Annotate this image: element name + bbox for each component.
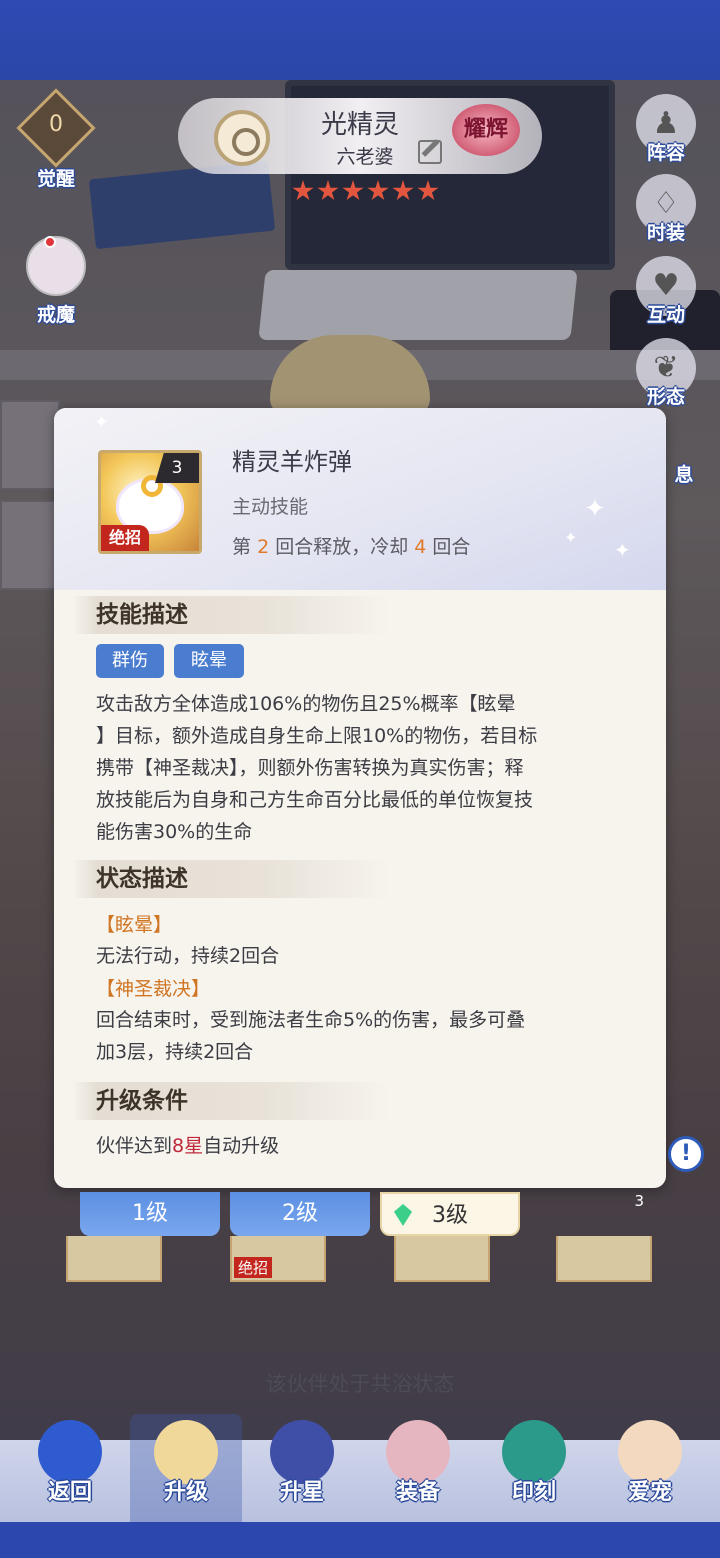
interact-label: 互动: [646, 304, 685, 326]
demon-avatar-button[interactable]: [26, 236, 86, 296]
lineup-label: 阵容: [646, 142, 685, 164]
nav-label: 升星: [279, 1480, 324, 1505]
cd-prefix: 第: [232, 536, 252, 558]
star-icon: [417, 180, 439, 201]
skill-desc-title: 技能描述: [72, 596, 392, 634]
cd-mid: 回合释放，冷却: [275, 536, 409, 558]
skill-desc-line: 放技能后为自身和己方生命百分比最低的单位恢复技: [96, 789, 534, 811]
cooldown-turns: 4: [414, 536, 427, 558]
status-desc-line: 无法行动，持续2回合: [96, 945, 280, 967]
nav-label: 爱宠: [627, 1480, 672, 1505]
level-card[interactable]: 绝招: [230, 1236, 326, 1282]
level-card[interactable]: 3: [556, 1192, 652, 1282]
hero-name: 光精灵: [320, 110, 399, 140]
level-tab-3[interactable]: 3级: [380, 1192, 520, 1236]
sparkle-icon: ✦: [614, 538, 631, 562]
awaken-count: 0: [49, 112, 63, 137]
bath-status-text: 该伙伴处于共浴状态: [265, 1372, 455, 1396]
skill-desc-line: 攻击敌方全体造成106%的物伤且25%概率【眩晕: [96, 693, 516, 715]
upgrade-prefix: 伙伴达到: [96, 1135, 173, 1157]
info-icon[interactable]: !: [668, 1136, 704, 1172]
cd-suffix: 回合: [432, 536, 471, 558]
status-name-judgment: 【神圣裁决】: [96, 978, 211, 1000]
status-desc-title: 状态描述: [72, 860, 392, 898]
release-turn: 2: [257, 536, 270, 558]
star-icon: [317, 180, 339, 201]
level-card[interactable]: [394, 1236, 490, 1282]
nav-equipment[interactable]: 装备: [362, 1414, 474, 1522]
nav-level-up[interactable]: 升级: [130, 1414, 242, 1522]
sparkle-icon: ✦: [94, 412, 110, 433]
top-status-band: [0, 0, 720, 80]
demon-label: 戒魔: [36, 304, 75, 326]
nav-pet[interactable]: 爱宠: [594, 1414, 706, 1522]
skill-desc-line: 携带【神圣裁决】，则额外伤害转换为真实伤害；释: [96, 757, 524, 779]
bottom-frame-band: [0, 1522, 720, 1558]
star-icon: [367, 180, 389, 201]
skill-level-badge: 3: [155, 453, 199, 483]
nav-label: 印刻: [511, 1480, 556, 1505]
card-level-badge: 3: [634, 1192, 644, 1210]
tag-aoe: 群伤: [96, 644, 164, 678]
sparkle-icon: ✦: [584, 494, 606, 524]
star-rating: [292, 180, 439, 202]
glory-rank-badge: 耀辉: [452, 104, 520, 156]
light-element-icon: [214, 110, 270, 166]
info-label: 息: [674, 464, 694, 486]
star-icon: [392, 180, 414, 201]
nav-back[interactable]: 返回: [14, 1414, 126, 1522]
upgrade-title: 升级条件: [72, 1082, 392, 1120]
costume-label: 时装: [646, 222, 685, 244]
star-icon: [292, 180, 314, 201]
skill-desc-line: 能伤害30%的生命: [96, 821, 253, 843]
upgrade-condition: 伙伴达到8星自动升级: [96, 1130, 279, 1162]
tag-stun: 眩晕: [174, 644, 244, 678]
status-desc-line: 回合结束时，受到施法者生命5%的伤害，最多可叠: [96, 1009, 526, 1031]
awaken-label: 觉醒: [36, 168, 75, 190]
level-tab-2[interactable]: 2级: [230, 1192, 370, 1236]
skill-detail-dialog: ✦ ✦ ✦ ✦ 3 绝招 精灵羊炸弹 主动技能 第 2 回合释放，冷却 4 回合…: [54, 408, 666, 1188]
star-icon: [342, 180, 364, 201]
nav-label: 升级: [163, 1480, 208, 1505]
skill-icon: 3 绝招: [98, 450, 202, 554]
status-name-stun: 【眩晕】: [96, 914, 173, 936]
skill-name: 精灵羊炸弹: [232, 448, 352, 476]
skill-cooldown: 第 2 回合释放，冷却 4 回合: [232, 532, 470, 559]
skill-type: 主动技能: [232, 496, 309, 518]
nav-star-up[interactable]: 升星: [246, 1414, 358, 1522]
level-card[interactable]: [66, 1236, 162, 1282]
gem-icon: [394, 1204, 412, 1226]
sparkle-icon: ✦: [564, 528, 578, 547]
status-desc-line: 加3层，持续2回合: [96, 1041, 254, 1063]
nav-label: 返回: [47, 1480, 92, 1505]
edit-icon[interactable]: [418, 140, 442, 164]
level-tab-1[interactable]: 1级: [80, 1192, 220, 1236]
nav-label: 装备: [395, 1480, 440, 1505]
hero-nickname: 六老婆: [336, 146, 394, 168]
form-label: 形态: [646, 386, 685, 408]
level-tab-3-label: 3级: [432, 1203, 468, 1228]
skill-desc-line: 】目标，额外造成自身生命上限10%的物伤，若目标: [96, 725, 538, 747]
nav-imprint[interactable]: 印刻: [478, 1414, 590, 1522]
ultimate-tag: 绝招: [101, 525, 149, 551]
upgrade-star: 8星: [172, 1135, 204, 1157]
upgrade-suffix: 自动升级: [203, 1135, 280, 1157]
notification-dot: [44, 236, 56, 248]
card-ultimate-tag: 绝招: [234, 1257, 273, 1278]
